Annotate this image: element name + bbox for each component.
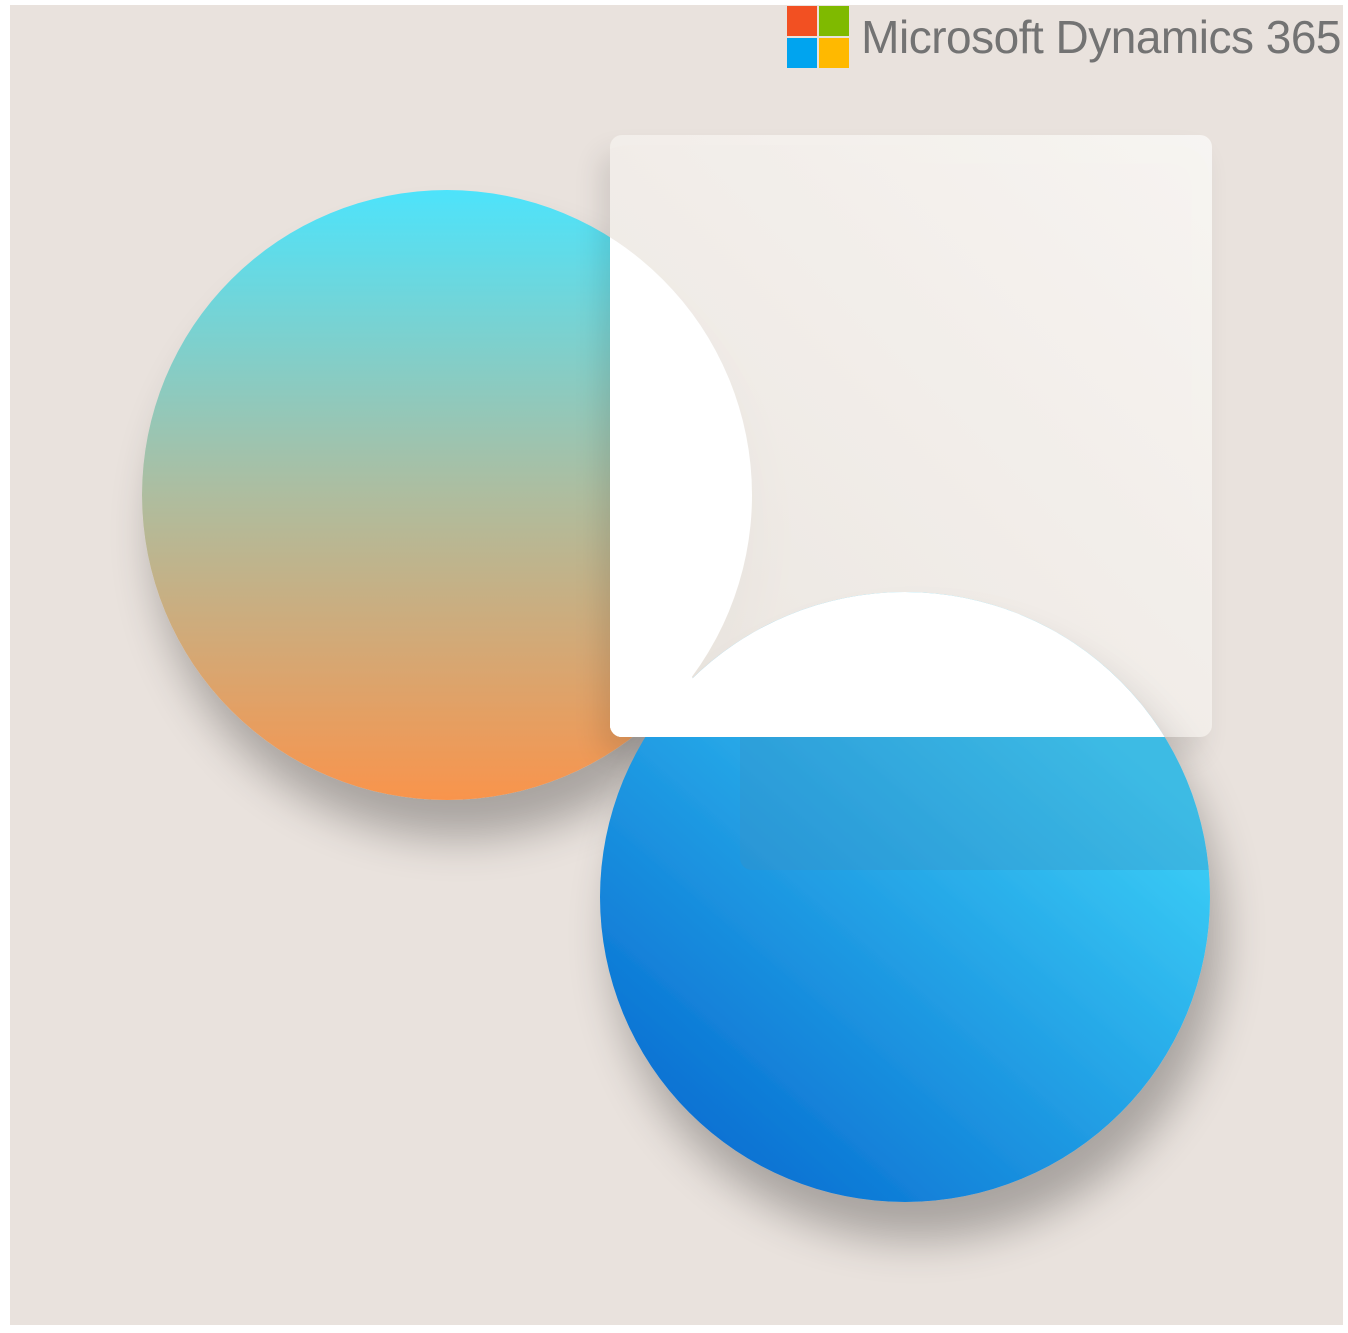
artwork-canvas: Microsoft Dynamics 365 <box>10 5 1343 1325</box>
abstract-shapes-illustration <box>142 135 1212 1202</box>
microsoft-logo-icon <box>787 6 850 68</box>
logo-square-red <box>787 6 818 36</box>
logo-square-green <box>819 6 850 36</box>
brand-name: Microsoft Dynamics 365 <box>861 11 1341 63</box>
logo-square-blue <box>787 38 818 68</box>
logo-square-yellow <box>819 38 850 68</box>
brand-header: Microsoft Dynamics 365 <box>787 6 1341 68</box>
